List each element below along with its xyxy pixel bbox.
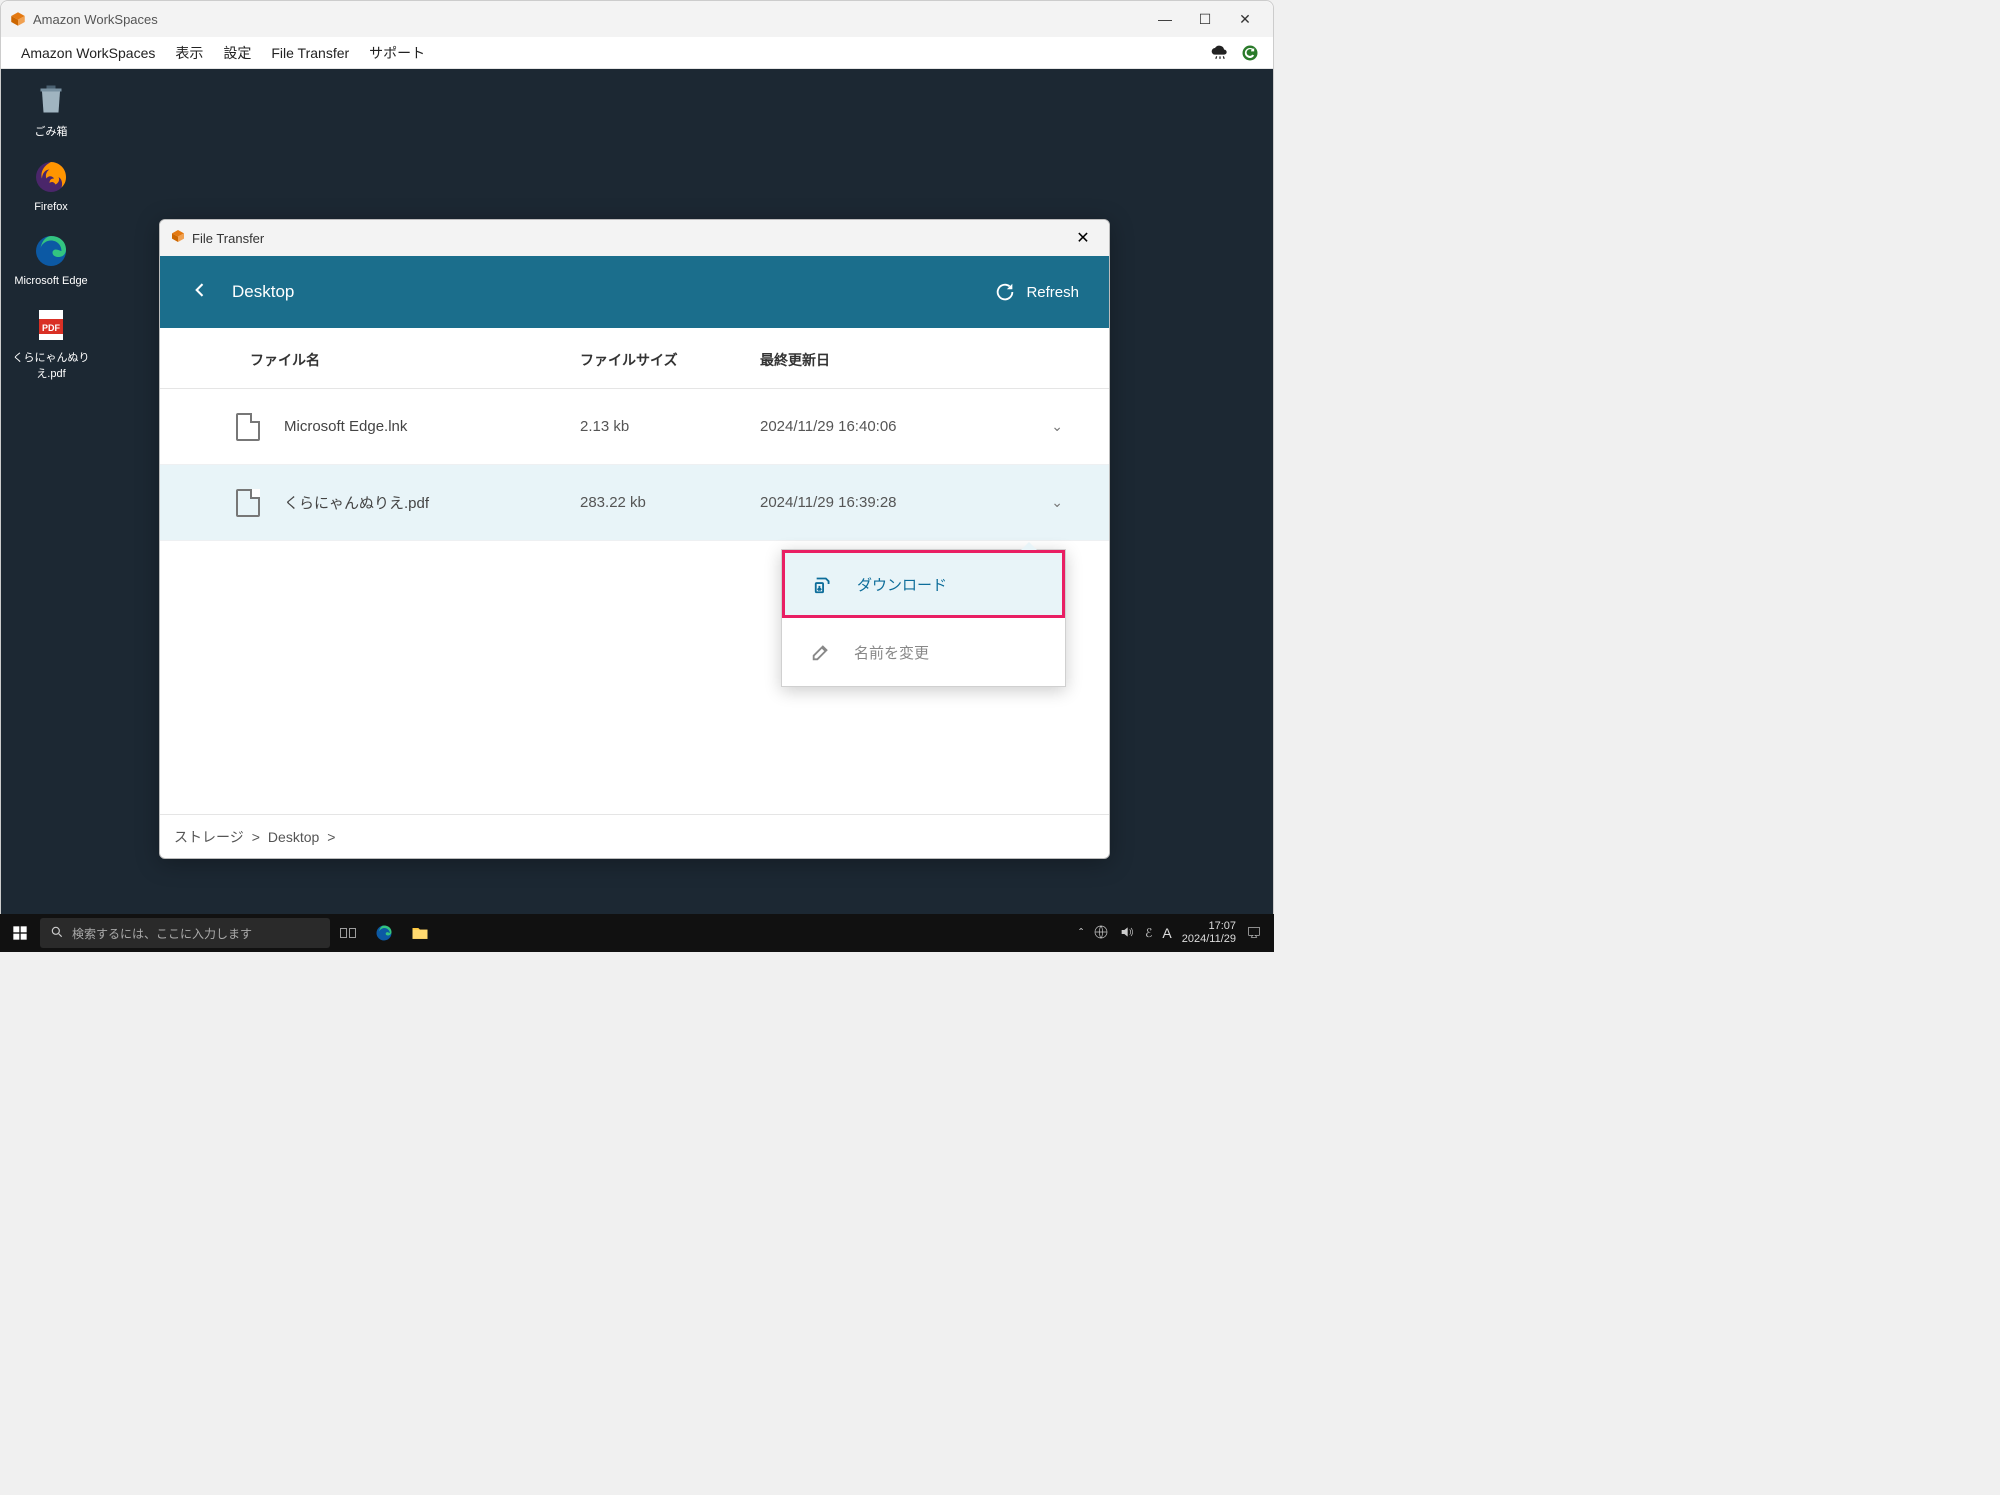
tray-up-icon[interactable]: ˆ	[1079, 926, 1083, 940]
table-row[interactable]: くらにゃんぬりえ.pdf 283.22 kb 2024/11/29 16:39:…	[160, 465, 1109, 541]
desktop-label: くらにゃんぬりえ.pdf	[11, 349, 91, 381]
desktop-label: Microsoft Edge	[11, 275, 91, 287]
desktop-label: Firefox	[11, 201, 91, 213]
location-label: Desktop	[232, 282, 994, 302]
search-placeholder: 検索するには、ここに入力します	[72, 925, 252, 942]
volume-icon[interactable]	[1119, 924, 1135, 943]
notification-icon[interactable]	[1246, 924, 1262, 943]
breadcrumb: ストレージ > Desktop >	[160, 814, 1109, 858]
app-window: Amazon WorkSpaces — ☐ ✕ Amazon WorkSpace…	[0, 0, 1274, 952]
taskbar-explorer-icon[interactable]	[408, 921, 432, 945]
download-label: ダウンロード	[857, 574, 947, 595]
context-menu: ダウンロード 名前を変更	[781, 549, 1066, 687]
titlebar-title: Amazon WorkSpaces	[33, 12, 1145, 27]
desktop: ごみ箱 Firefox Microsoft Edge PDF くらにゃんぬりえ.…	[1, 69, 1273, 951]
clock-time: 17:07	[1182, 920, 1236, 933]
desktop-label: ごみ箱	[11, 123, 91, 139]
desktop-icon-trash[interactable]: ごみ箱	[11, 79, 91, 139]
file-transfer-close-button[interactable]: ✕	[1067, 222, 1099, 254]
desktop-icon-firefox[interactable]: Firefox	[11, 157, 91, 213]
desktop-icon-edge[interactable]: Microsoft Edge	[11, 231, 91, 287]
file-name: くらにゃんぬりえ.pdf	[284, 492, 580, 513]
file-icon	[236, 413, 260, 441]
menu-file-transfer[interactable]: File Transfer	[261, 41, 359, 65]
system-tray: ˆ ℰ A 17:07 2024/11/29	[1067, 920, 1274, 946]
refresh-button[interactable]: Refresh	[994, 281, 1079, 303]
search-icon	[50, 925, 64, 942]
menu-arrow	[1021, 542, 1037, 550]
file-transfer-header: Desktop Refresh	[160, 256, 1109, 328]
menu-support[interactable]: サポート	[359, 39, 435, 67]
download-icon	[813, 573, 835, 595]
back-icon[interactable]	[190, 280, 214, 304]
file-transfer-titlebar: File Transfer ✕	[160, 220, 1109, 256]
taskbar-edge-icon[interactable]	[372, 921, 396, 945]
taskbar: 検索するには、ここに入力します ˆ ℰ A 17:07 2024/11/29	[0, 914, 1274, 952]
col-size[interactable]: ファイルサイズ	[580, 350, 760, 370]
file-transfer-title: File Transfer	[192, 231, 1067, 246]
app-icon	[9, 10, 27, 28]
start-button[interactable]	[0, 914, 40, 952]
file-date: 2024/11/29 16:39:28	[760, 494, 1020, 511]
network-icon[interactable]	[1093, 924, 1109, 943]
desktop-icons: ごみ箱 Firefox Microsoft Edge PDF くらにゃんぬりえ.…	[11, 79, 91, 399]
close-button[interactable]: ✕	[1225, 4, 1265, 34]
accessibility-icon[interactable]: ℰ	[1145, 926, 1152, 940]
col-date[interactable]: 最終更新日	[760, 350, 1020, 370]
edit-icon	[810, 641, 832, 663]
desktop-icon-pdf[interactable]: PDF くらにゃんぬりえ.pdf	[11, 305, 91, 381]
refresh-label: Refresh	[1026, 284, 1079, 301]
taskbar-search[interactable]: 検索するには、ここに入力します	[40, 918, 330, 948]
task-view-icon[interactable]	[336, 921, 360, 945]
file-size: 2.13 kb	[580, 418, 760, 435]
clock[interactable]: 17:07 2024/11/29	[1182, 920, 1236, 946]
file-icon	[236, 489, 260, 517]
breadcrumb-current[interactable]: Desktop	[268, 829, 319, 845]
menu-view[interactable]: 表示	[165, 39, 213, 67]
file-name: Microsoft Edge.lnk	[284, 418, 580, 435]
svg-text:PDF: PDF	[42, 323, 61, 333]
menu-app[interactable]: Amazon WorkSpaces	[11, 41, 165, 65]
rename-menu-item[interactable]: 名前を変更	[782, 618, 1065, 686]
col-name[interactable]: ファイル名	[160, 350, 580, 370]
menubar: Amazon WorkSpaces 表示 設定 File Transfer サポ…	[1, 37, 1273, 69]
menu-settings[interactable]: 設定	[213, 39, 261, 67]
chevron-down-icon[interactable]: ⌄	[1020, 418, 1109, 435]
rename-label: 名前を変更	[854, 642, 929, 663]
file-size: 283.22 kb	[580, 494, 760, 511]
refresh-icon[interactable]	[1237, 40, 1263, 66]
file-transfer-window: File Transfer ✕ Desktop Refresh ファイル名 ファ…	[159, 219, 1110, 859]
minimize-button[interactable]: —	[1145, 4, 1185, 34]
breadcrumb-root[interactable]: ストレージ	[174, 827, 244, 847]
cloud-icon[interactable]	[1207, 40, 1233, 66]
file-date: 2024/11/29 16:40:06	[760, 418, 1020, 435]
table-header: ファイル名 ファイルサイズ 最終更新日	[160, 328, 1109, 389]
clock-date: 2024/11/29	[1182, 933, 1236, 946]
chevron-down-icon[interactable]: ⌄	[1020, 494, 1109, 511]
maximize-button[interactable]: ☐	[1185, 4, 1225, 34]
app-icon	[170, 228, 186, 249]
download-menu-item[interactable]: ダウンロード	[782, 550, 1065, 618]
ime-indicator[interactable]: A	[1162, 925, 1171, 941]
table-row[interactable]: Microsoft Edge.lnk 2.13 kb 2024/11/29 16…	[160, 389, 1109, 465]
titlebar: Amazon WorkSpaces — ☐ ✕	[1, 1, 1273, 37]
